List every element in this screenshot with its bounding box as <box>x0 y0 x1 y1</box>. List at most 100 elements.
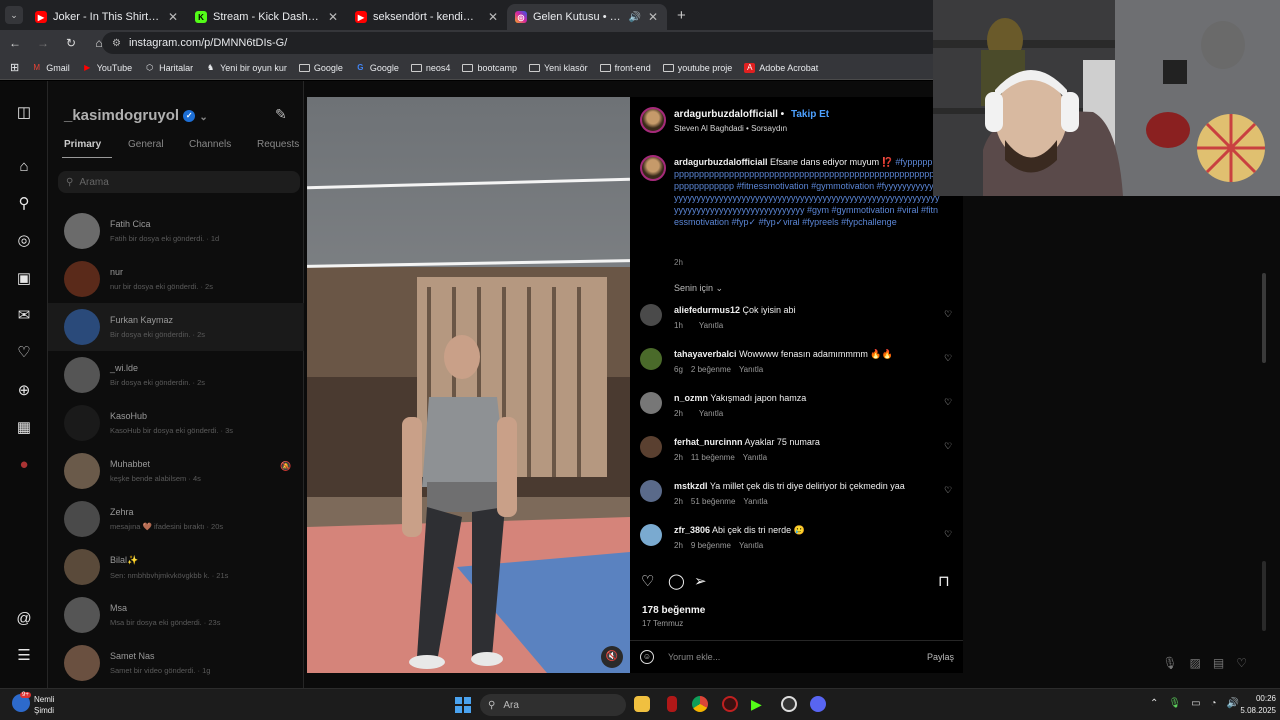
home-icon[interactable]: ⌂ <box>14 157 34 177</box>
commenter-avatar[interactable] <box>640 480 662 502</box>
save-bookmark-icon[interactable]: ⊓ <box>938 572 950 590</box>
comment-like-count[interactable]: 11 beğenme <box>691 453 735 462</box>
reels-icon[interactable]: ▣ <box>14 269 34 289</box>
conversation-item[interactable]: Zehra mesajına 🤎 ifadesini bıraktı · 20s <box>48 495 304 543</box>
bookmark-chess[interactable]: ♞ Yeni bir oyun kur <box>205 63 287 73</box>
bookmark-adobe-acrobat[interactable]: A Adobe Acrobat <box>744 62 818 73</box>
conversation-item[interactable]: Furkan Kaymaz Bir dosya eki gönderdin. · … <box>48 303 304 351</box>
conversation-item[interactable]: KasoHub KasoHub bir dosya eki gönderdi. ·… <box>48 399 304 447</box>
menu-icon[interactable]: ☰ <box>14 646 34 666</box>
comment-author[interactable]: zfr_3806 <box>674 525 710 535</box>
bookmark-youtube-proje[interactable]: youtube proje <box>662 63 732 73</box>
like-count[interactable]: 178 beğenme <box>642 605 705 616</box>
new-tab-button[interactable]: + <box>677 7 686 24</box>
commenter-avatar[interactable] <box>640 436 662 458</box>
close-icon[interactable]: ✕ <box>487 10 499 24</box>
chevron-up-icon[interactable]: ⌃ <box>1150 698 1158 709</box>
caption-hashtags[interactable]: #fyppppppppppppppppppppppppppppppppppppp… <box>674 157 940 227</box>
address-bar[interactable]: ⚙ instagram.com/p/DMNN6tDIs-G/ <box>102 32 942 54</box>
image-icon[interactable]: ▨ <box>1190 656 1201 670</box>
bookmark-google[interactable]: G Google <box>355 63 399 73</box>
author-avatar[interactable] <box>640 107 666 133</box>
notifications-heart-icon[interactable]: ♡ <box>14 343 34 363</box>
bookmark-bootcamp[interactable]: bootcamp <box>462 63 517 73</box>
commenter-avatar[interactable] <box>640 392 662 414</box>
explore-icon[interactable]: ◎ <box>14 231 34 251</box>
comment-author[interactable]: aliefedurmus12 <box>674 305 740 315</box>
forward-icon[interactable]: → <box>36 36 50 50</box>
weather-title[interactable]: Nemli <box>34 695 54 704</box>
bookmark-gmail[interactable]: M Gmail <box>31 63 69 73</box>
compose-icon[interactable]: ✎ <box>275 106 287 123</box>
commenter-avatar[interactable] <box>640 304 662 326</box>
recorder-icon[interactable] <box>722 696 738 712</box>
obs-icon[interactable] <box>781 696 797 712</box>
microphone-icon[interactable]: 🎙 <box>1168 698 1181 709</box>
bookmark-front-end[interactable]: front-end <box>599 63 651 73</box>
post-video[interactable]: 🔇 <box>307 97 630 673</box>
tab-joker[interactable]: ▶ Joker - In This Shirt | music vide ✕ <box>27 4 187 30</box>
comment-like-count[interactable]: 9 beğenme <box>691 541 731 550</box>
back-icon[interactable]: ← <box>8 36 22 50</box>
reply-button[interactable]: Yanıtla <box>699 409 723 418</box>
comment-author[interactable]: n_ozmn <box>674 393 708 403</box>
tab-general[interactable]: General <box>128 139 164 150</box>
comment-author[interactable]: mstkzdl <box>674 481 708 491</box>
tab-kick-dashboard[interactable]: K Stream - Kick Dashboard ✕ <box>187 4 347 30</box>
mute-toggle-icon[interactable]: 🔇 <box>601 646 623 668</box>
site-info-icon[interactable]: ⚙ <box>112 38 121 49</box>
post-audio-link[interactable]: Steven Al Baghdadi • Sorsaydın <box>674 124 787 133</box>
post-comment-button[interactable]: Paylaş <box>927 652 954 662</box>
dashboard-icon[interactable]: ▦ <box>14 418 34 438</box>
comment-author[interactable]: tahayaverbalci <box>674 349 737 359</box>
close-icon[interactable]: ✕ <box>647 10 659 24</box>
commenter-avatar[interactable] <box>640 348 662 370</box>
chrome-icon[interactable] <box>692 696 708 712</box>
caption-author[interactable]: ardagurbuzdalofficiall <box>674 157 768 167</box>
scrollbar-thumb[interactable] <box>1262 273 1266 363</box>
tab-instagram-inbox[interactable]: ◎ Gelen Kutusu • Sohbetler 🔊 ✕ <box>507 4 667 30</box>
conversation-item[interactable]: Muhabbet keşke bende alabilsem · 4s <box>48 447 304 495</box>
bookmark-neos4[interactable]: neos4 <box>410 63 450 73</box>
reply-button[interactable]: Yanıtla <box>743 497 767 506</box>
reply-button[interactable]: Yanıtla <box>699 321 723 330</box>
instagram-logo-icon[interactable]: ◫ <box>14 103 34 123</box>
comment-icon[interactable]: ◯ <box>668 572 685 590</box>
comment-like-heart-icon[interactable]: ♡ <box>944 309 952 320</box>
reply-button[interactable]: Yanıtla <box>739 541 763 550</box>
red-app-icon[interactable] <box>667 696 677 712</box>
sticker-icon[interactable]: ▤ <box>1213 656 1224 670</box>
comment-sort-dropdown[interactable]: Senin için ⌄ <box>674 283 723 294</box>
apps-icon[interactable]: ⊞ <box>10 61 19 74</box>
create-icon[interactable]: ⊕ <box>14 381 34 401</box>
comment-like-heart-icon[interactable]: ♡ <box>944 397 952 408</box>
comment-like-count[interactable]: 51 beğenme <box>691 497 735 506</box>
speaker-icon[interactable]: 🔊 <box>629 12 641 23</box>
bookmark-yeni-klasor[interactable]: Yeni klasör <box>528 63 588 73</box>
tab-requests[interactable]: Requests <box>257 139 299 150</box>
reply-button[interactable]: Yanıtla <box>739 365 763 374</box>
wifi-icon[interactable]: ◔ <box>1211 698 1217 709</box>
comment-like-heart-icon[interactable]: ♡ <box>944 353 952 364</box>
microphone-icon[interactable]: 🎙 <box>1162 656 1177 670</box>
bookmark-maps[interactable]: ⬡ Haritalar <box>144 63 193 73</box>
messenger-icon[interactable]: ✉ <box>14 306 34 326</box>
threads-icon[interactable]: @ <box>14 609 34 629</box>
tab-seksendort[interactable]: ▶ seksendört - kendime yalan söy ✕ <box>347 4 507 30</box>
comment-like-heart-icon[interactable]: ♡ <box>944 529 952 540</box>
reload-icon[interactable]: ↻ <box>64 36 78 50</box>
comment-like-count[interactable]: 2 beğenme <box>691 365 731 374</box>
comment-like-heart-icon[interactable]: ♡ <box>944 485 952 496</box>
caption-avatar[interactable] <box>640 155 666 181</box>
conversation-item[interactable]: _wi.lde Bir dosya eki gönderdin. · 2s <box>48 351 304 399</box>
display-icon[interactable]: ▭ <box>1191 698 1200 709</box>
conversation-item[interactable]: nur nur bir dosya eki gönderdi. · 2s <box>48 255 304 303</box>
scrollbar-track[interactable] <box>1262 561 1266 631</box>
comment-author[interactable]: ferhat_nurcinnn <box>674 437 743 447</box>
profile-avatar-icon[interactable]: ● <box>14 455 34 475</box>
search-input[interactable]: ⚲ Arama <box>58 171 300 193</box>
tab-primary[interactable]: Primary <box>64 139 101 150</box>
conversation-item[interactable]: Msa Msa bir dosya eki gönderdi. · 23s <box>48 591 304 639</box>
discord-icon[interactable] <box>810 696 826 712</box>
post-author[interactable]: ardagurbuzdalofficiall • Takip Et <box>674 109 829 120</box>
